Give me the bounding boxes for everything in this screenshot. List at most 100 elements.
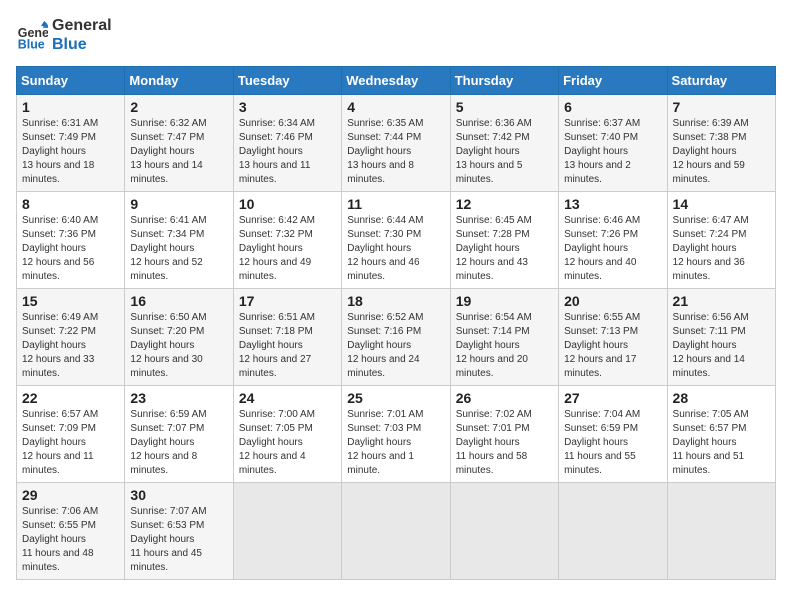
calendar-cell: 9 Sunrise: 6:41 AMSunset: 7:34 PMDayligh… (125, 192, 233, 289)
calendar-cell: 13 Sunrise: 6:46 AMSunset: 7:26 PMDaylig… (559, 192, 667, 289)
day-detail: Sunrise: 6:47 AMSunset: 7:24 PMDaylight … (673, 215, 749, 282)
calendar-cell: 12 Sunrise: 6:45 AMSunset: 7:28 PMDaylig… (450, 192, 558, 289)
calendar-cell: 26 Sunrise: 7:02 AMSunset: 7:01 PMDaylig… (450, 386, 558, 483)
svg-text:Blue: Blue (18, 38, 45, 52)
day-detail: Sunrise: 7:06 AMSunset: 6:55 PMDaylight … (22, 506, 98, 573)
day-detail: Sunrise: 6:55 AMSunset: 7:13 PMDaylight … (564, 312, 640, 379)
weekday-header-saturday: Saturday (667, 67, 775, 95)
calendar-cell: 15 Sunrise: 6:49 AMSunset: 7:22 PMDaylig… (17, 289, 125, 386)
day-number: 10 (239, 196, 336, 212)
weekday-header-wednesday: Wednesday (342, 67, 450, 95)
day-number: 30 (130, 487, 227, 503)
calendar-cell: 7 Sunrise: 6:39 AMSunset: 7:38 PMDayligh… (667, 95, 775, 192)
day-detail: Sunrise: 7:05 AMSunset: 6:57 PMDaylight … (673, 409, 749, 476)
weekday-header-tuesday: Tuesday (233, 67, 341, 95)
calendar-cell: 29 Sunrise: 7:06 AMSunset: 6:55 PMDaylig… (17, 483, 125, 580)
calendar-cell: 21 Sunrise: 6:56 AMSunset: 7:11 PMDaylig… (667, 289, 775, 386)
logo-blue: Blue (52, 35, 112, 54)
day-detail: Sunrise: 6:42 AMSunset: 7:32 PMDaylight … (239, 215, 315, 282)
day-number: 18 (347, 293, 444, 309)
day-detail: Sunrise: 6:56 AMSunset: 7:11 PMDaylight … (673, 312, 749, 379)
logo-general: General (52, 16, 112, 35)
day-detail: Sunrise: 6:50 AMSunset: 7:20 PMDaylight … (130, 312, 206, 379)
calendar-cell: 14 Sunrise: 6:47 AMSunset: 7:24 PMDaylig… (667, 192, 775, 289)
calendar-cell (342, 483, 450, 580)
day-number: 9 (130, 196, 227, 212)
day-number: 17 (239, 293, 336, 309)
calendar-cell: 6 Sunrise: 6:37 AMSunset: 7:40 PMDayligh… (559, 95, 667, 192)
day-detail: Sunrise: 6:54 AMSunset: 7:14 PMDaylight … (456, 312, 532, 379)
day-detail: Sunrise: 6:37 AMSunset: 7:40 PMDaylight … (564, 118, 640, 185)
day-number: 4 (347, 99, 444, 115)
day-detail: Sunrise: 7:07 AMSunset: 6:53 PMDaylight … (130, 506, 206, 573)
calendar-cell: 25 Sunrise: 7:01 AMSunset: 7:03 PMDaylig… (342, 386, 450, 483)
day-number: 22 (22, 390, 119, 406)
calendar-cell: 30 Sunrise: 7:07 AMSunset: 6:53 PMDaylig… (125, 483, 233, 580)
calendar-cell: 23 Sunrise: 6:59 AMSunset: 7:07 PMDaylig… (125, 386, 233, 483)
day-number: 28 (673, 390, 770, 406)
day-number: 26 (456, 390, 553, 406)
day-detail: Sunrise: 6:57 AMSunset: 7:09 PMDaylight … (22, 409, 98, 476)
day-number: 27 (564, 390, 661, 406)
day-detail: Sunrise: 7:02 AMSunset: 7:01 PMDaylight … (456, 409, 532, 476)
day-number: 16 (130, 293, 227, 309)
day-detail: Sunrise: 6:32 AMSunset: 7:47 PMDaylight … (130, 118, 206, 185)
calendar-cell: 2 Sunrise: 6:32 AMSunset: 7:47 PMDayligh… (125, 95, 233, 192)
calendar-cell (559, 483, 667, 580)
calendar-cell: 5 Sunrise: 6:36 AMSunset: 7:42 PMDayligh… (450, 95, 558, 192)
day-detail: Sunrise: 6:51 AMSunset: 7:18 PMDaylight … (239, 312, 315, 379)
calendar-cell: 22 Sunrise: 6:57 AMSunset: 7:09 PMDaylig… (17, 386, 125, 483)
calendar-cell: 3 Sunrise: 6:34 AMSunset: 7:46 PMDayligh… (233, 95, 341, 192)
day-detail: Sunrise: 6:59 AMSunset: 7:07 PMDaylight … (130, 409, 206, 476)
logo-icon: General Blue (16, 19, 48, 51)
day-number: 11 (347, 196, 444, 212)
day-number: 3 (239, 99, 336, 115)
calendar-cell: 24 Sunrise: 7:00 AMSunset: 7:05 PMDaylig… (233, 386, 341, 483)
calendar-cell: 18 Sunrise: 6:52 AMSunset: 7:16 PMDaylig… (342, 289, 450, 386)
day-number: 20 (564, 293, 661, 309)
day-number: 23 (130, 390, 227, 406)
day-detail: Sunrise: 6:39 AMSunset: 7:38 PMDaylight … (673, 118, 749, 185)
day-number: 19 (456, 293, 553, 309)
day-detail: Sunrise: 7:00 AMSunset: 7:05 PMDaylight … (239, 409, 315, 476)
day-detail: Sunrise: 6:46 AMSunset: 7:26 PMDaylight … (564, 215, 640, 282)
day-number: 12 (456, 196, 553, 212)
day-detail: Sunrise: 6:49 AMSunset: 7:22 PMDaylight … (22, 312, 98, 379)
calendar-cell (667, 483, 775, 580)
day-detail: Sunrise: 6:35 AMSunset: 7:44 PMDaylight … (347, 118, 423, 185)
day-detail: Sunrise: 7:04 AMSunset: 6:59 PMDaylight … (564, 409, 640, 476)
day-detail: Sunrise: 6:41 AMSunset: 7:34 PMDaylight … (130, 215, 206, 282)
day-detail: Sunrise: 7:01 AMSunset: 7:03 PMDaylight … (347, 409, 423, 476)
day-number: 8 (22, 196, 119, 212)
weekday-header-sunday: Sunday (17, 67, 125, 95)
calendar-table: SundayMondayTuesdayWednesdayThursdayFrid… (16, 66, 776, 580)
day-detail: Sunrise: 6:34 AMSunset: 7:46 PMDaylight … (239, 118, 315, 185)
day-number: 7 (673, 99, 770, 115)
weekday-header-thursday: Thursday (450, 67, 558, 95)
calendar-cell: 20 Sunrise: 6:55 AMSunset: 7:13 PMDaylig… (559, 289, 667, 386)
calendar-cell: 11 Sunrise: 6:44 AMSunset: 7:30 PMDaylig… (342, 192, 450, 289)
day-number: 29 (22, 487, 119, 503)
day-detail: Sunrise: 6:36 AMSunset: 7:42 PMDaylight … (456, 118, 532, 185)
calendar-cell: 16 Sunrise: 6:50 AMSunset: 7:20 PMDaylig… (125, 289, 233, 386)
day-number: 13 (564, 196, 661, 212)
calendar-cell (233, 483, 341, 580)
day-number: 21 (673, 293, 770, 309)
calendar-cell: 8 Sunrise: 6:40 AMSunset: 7:36 PMDayligh… (17, 192, 125, 289)
day-number: 2 (130, 99, 227, 115)
day-detail: Sunrise: 6:31 AMSunset: 7:49 PMDaylight … (22, 118, 98, 185)
calendar-cell (450, 483, 558, 580)
day-detail: Sunrise: 6:40 AMSunset: 7:36 PMDaylight … (22, 215, 98, 282)
calendar-header: SundayMondayTuesdayWednesdayThursdayFrid… (17, 67, 776, 95)
logo: General Blue General Blue (16, 16, 112, 54)
weekday-header-monday: Monday (125, 67, 233, 95)
day-number: 24 (239, 390, 336, 406)
weekday-header-friday: Friday (559, 67, 667, 95)
day-number: 25 (347, 390, 444, 406)
calendar-cell: 28 Sunrise: 7:05 AMSunset: 6:57 PMDaylig… (667, 386, 775, 483)
calendar-cell: 27 Sunrise: 7:04 AMSunset: 6:59 PMDaylig… (559, 386, 667, 483)
calendar-cell: 1 Sunrise: 6:31 AMSunset: 7:49 PMDayligh… (17, 95, 125, 192)
calendar-cell: 4 Sunrise: 6:35 AMSunset: 7:44 PMDayligh… (342, 95, 450, 192)
day-number: 5 (456, 99, 553, 115)
day-detail: Sunrise: 6:44 AMSunset: 7:30 PMDaylight … (347, 215, 423, 282)
